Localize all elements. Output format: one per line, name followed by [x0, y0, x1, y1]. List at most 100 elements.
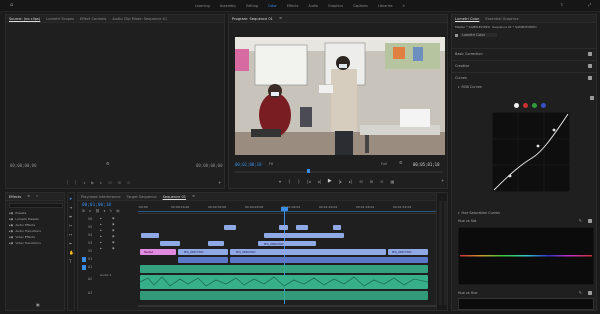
creative-row[interactable]: Creative: [452, 60, 596, 70]
insert-nest-icon[interactable]: ⊞: [82, 209, 85, 213]
video-clip[interactable]: [224, 225, 236, 230]
eye-icon[interactable]: ◉: [112, 247, 115, 250]
snap-icon[interactable]: ∩: [89, 209, 91, 213]
lock-icon[interactable]: 🔒︎: [100, 235, 102, 238]
mark-in-icon[interactable]: {: [66, 181, 69, 185]
program-add-button-icon[interactable]: +: [441, 179, 444, 183]
marker-icon[interactable]: ▾: [279, 179, 281, 184]
fit-dropdown[interactable]: Fit: [269, 162, 273, 166]
workspace-assembly[interactable]: Assembly: [220, 4, 236, 8]
lift-icon[interactable]: ⊟: [359, 179, 362, 184]
creative-label[interactable]: Creative: [455, 64, 469, 68]
lock-icon[interactable]: 🔒︎: [100, 229, 102, 232]
slip-tool-icon[interactable]: ↔: [69, 233, 74, 237]
track-a2-label[interactable]: A2: [88, 277, 92, 281]
effects-folder-audio-transitions[interactable]: ▸▣ Audio Transitions: [9, 229, 41, 233]
hue-vs-hue-graph[interactable]: [458, 298, 594, 310]
workspace-learning[interactable]: Learning: [195, 4, 210, 8]
work-area-bar[interactable]: [138, 211, 438, 212]
track-v6-label[interactable]: V6: [88, 217, 92, 221]
lock-icon[interactable]: 🔒︎: [100, 217, 102, 220]
program-playhead[interactable]: [307, 169, 310, 173]
eyedropper-icon[interactable]: ✎: [579, 219, 582, 223]
nested-clip[interactable]: Nested: [140, 249, 176, 255]
red-channel-dot[interactable]: [523, 103, 528, 108]
lock-icon[interactable]: 🔒︎: [100, 241, 102, 244]
source-settings-icon[interactable]: ⚙: [106, 162, 110, 166]
play-icon[interactable]: ▶: [328, 179, 332, 184]
rgb-curve-graph[interactable]: [492, 112, 570, 192]
workspace-libraries[interactable]: Libraries: [378, 4, 393, 8]
track-v1-label[interactable]: V1: [88, 257, 92, 261]
extract-icon[interactable]: ⊞: [370, 179, 373, 184]
timeline-playhead-head[interactable]: [281, 207, 288, 211]
timeline-horizontal-scrollbar[interactable]: [138, 305, 438, 307]
timeline-timecode[interactable]: 00;01;00;18: [82, 203, 111, 208]
video-clip[interactable]: [208, 241, 224, 246]
eye-icon[interactable]: ◉: [112, 235, 115, 238]
effects-folder-video-effects[interactable]: ▸▣ Video Effects: [9, 235, 41, 239]
hue-vs-sat-toggle[interactable]: [588, 219, 592, 223]
workspace-audio[interactable]: Audio: [308, 4, 318, 8]
eyedropper-icon[interactable]: ✎: [579, 291, 582, 295]
ripple-edit-icon[interactable]: ⇼: [69, 215, 74, 219]
basic-correction-toggle[interactable]: [588, 51, 592, 56]
tab-playhead-interference[interactable]: Playhead Interference: [81, 195, 121, 199]
program-settings-icon[interactable]: ⚙: [399, 161, 403, 165]
source-patch-a1[interactable]: [82, 265, 86, 270]
overwrite-icon[interactable]: ⊞: [118, 181, 121, 185]
workspace-color[interactable]: Color: [268, 4, 277, 8]
tab-essential-graphics[interactable]: Essential Graphics: [485, 17, 518, 21]
audio-clip[interactable]: [140, 265, 428, 273]
video-clip[interactable]: [178, 257, 228, 263]
fx-toggle[interactable]: [455, 33, 458, 37]
curves-label[interactable]: Curves: [455, 76, 467, 80]
program-timecode[interactable]: 00;01;00;18: [235, 162, 262, 167]
export-frame-icon[interactable]: ⊙: [127, 181, 130, 185]
rgb-curves-expand-icon[interactable]: ▾: [458, 85, 460, 89]
eye-icon[interactable]: ◉: [112, 223, 115, 226]
go-to-in-icon[interactable]: |◂: [307, 179, 310, 184]
effects-folder-lumetri-presets[interactable]: ▸▣ Lumetri Presets: [9, 217, 41, 221]
effects-folder-presets[interactable]: ▸▣ Presets: [9, 211, 41, 215]
mark-out-icon[interactable]: }: [75, 181, 78, 185]
video-clip[interactable]: [264, 233, 344, 238]
track-v4-label[interactable]: V4: [88, 233, 92, 237]
video-clip[interactable]: [230, 257, 428, 263]
tab-target-sequence[interactable]: Target Sequence: [127, 195, 157, 199]
hue-sat-expand-icon[interactable]: ▾: [458, 211, 460, 215]
wrench-icon[interactable]: ✎: [109, 209, 112, 213]
step-forward-icon[interactable]: ▸: [100, 181, 102, 185]
video-clip[interactable]: [141, 233, 159, 238]
panel-menu-icon[interactable]: ≡: [27, 194, 30, 198]
panel-menu-icon[interactable]: ≡: [192, 194, 195, 198]
lumetri-sequence-label[interactable]: Sequence 01 * SAMPLEVIDEO: [492, 25, 536, 29]
workspace-effects[interactable]: Effects: [287, 4, 299, 8]
track-v5-label[interactable]: V5: [88, 225, 92, 229]
tab-effect-controls[interactable]: Effect Controls: [80, 17, 106, 21]
timeline-ruler[interactable]: :00;00 00;00;16;00 00;00;32;00 00;00;48;…: [138, 204, 438, 214]
source-add-button-icon[interactable]: +: [218, 181, 221, 185]
effects-folder-audio-effects[interactable]: ▸▣ Audio Effects: [9, 223, 41, 227]
more-workspaces-icon[interactable]: »: [402, 4, 404, 8]
tab-program[interactable]: Program: Sequence 01: [232, 17, 273, 21]
step-back-icon[interactable]: ◂: [83, 181, 85, 185]
track-v3-label[interactable]: V3: [88, 241, 92, 245]
basic-correction-label[interactable]: Basic Correction: [455, 52, 483, 56]
video-clip[interactable]: [333, 225, 341, 230]
tab-audio-clip-mixer[interactable]: Audio Clip Mixer: Sequence 01: [112, 17, 167, 21]
white-channel-dot[interactable]: [514, 103, 519, 108]
export-frame-icon[interactable]: ⊙: [380, 179, 383, 184]
step-forward-icon[interactable]: |▸: [339, 179, 342, 184]
video-clip[interactable]: MVI_0090.MOV: [258, 241, 316, 246]
tab-lumetri-scopes[interactable]: Lumetri Scopes: [46, 17, 74, 21]
timeline-playhead[interactable]: [284, 208, 285, 304]
eye-icon[interactable]: ◉: [112, 229, 115, 232]
tab-effects[interactable]: Effects: [9, 195, 21, 199]
quick-export-icon[interactable]: ⇪: [560, 3, 563, 7]
lumetri-master-label[interactable]: Master * SAMPLEVIDEO: [455, 25, 490, 29]
video-clip[interactable]: [160, 241, 180, 246]
selection-tool-icon[interactable]: ➤: [69, 197, 74, 201]
hue-vs-sat-graph[interactable]: [458, 227, 594, 285]
mark-in-icon[interactable]: {: [288, 179, 291, 184]
